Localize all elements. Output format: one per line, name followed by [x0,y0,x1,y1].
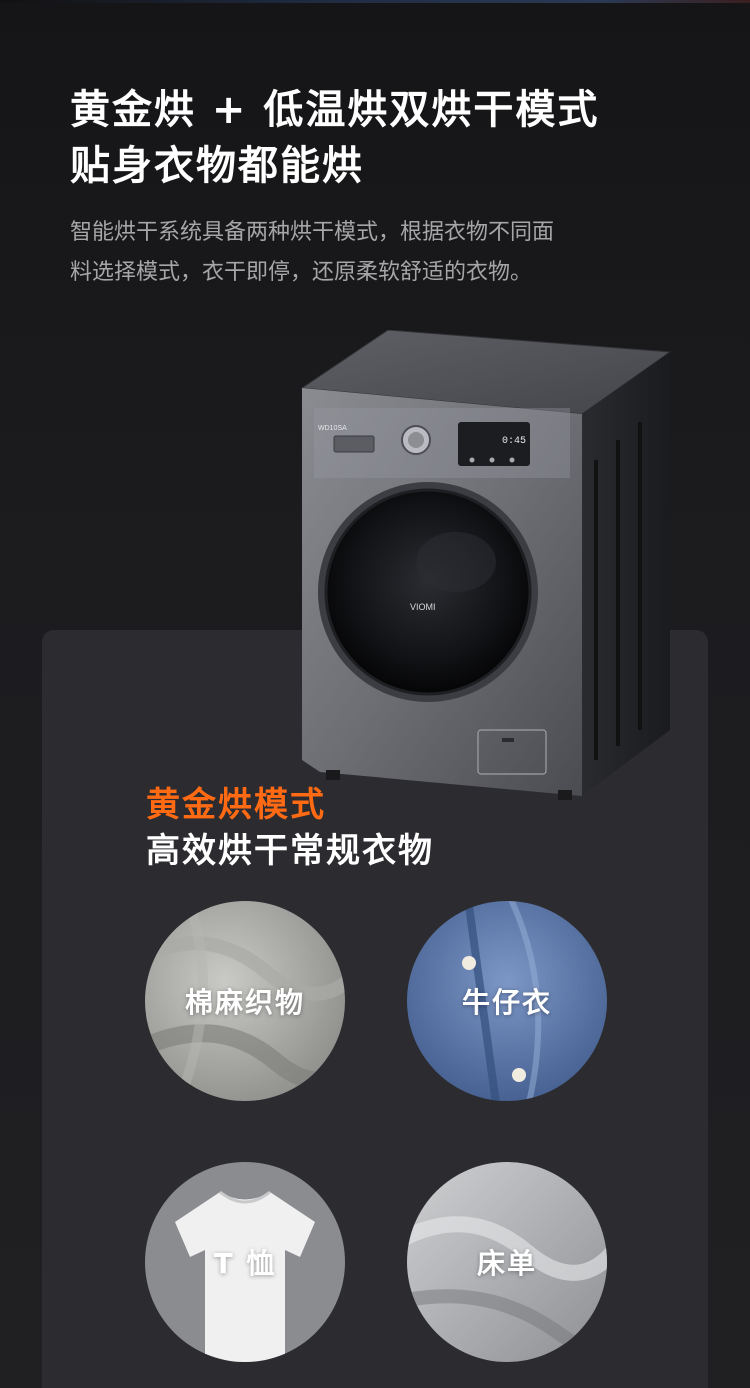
fabric-denim: 牛仔衣 [407,901,607,1101]
fabric-label: 棉麻织物 [184,986,305,1019]
headline-line-1: 黄金烘 + 低温烘双烘干模式 [70,87,600,133]
feature-headline: 黄金烘 + 低温烘双烘干模式 贴身衣物都能烘 [70,82,599,194]
product-page: 黄金烘 + 低温烘双烘干模式 贴身衣物都能烘 智能烘干系统具备两种烘干模式，根据… [0,0,750,1388]
fabric-label: 床单 [476,1247,537,1280]
model-label: WD10SA [318,425,347,432]
fabric-label: 牛仔衣 [461,986,552,1019]
fabric-tshirt: T 恤 [145,1162,345,1362]
fabric-label: T 恤 [213,1247,277,1280]
brand-logo: VIOMI [410,602,436,612]
description-line-1: 智能烘干系统具备两种烘干模式，根据衣物不同面 [70,220,555,245]
top-accent-line [0,0,750,3]
mode-subtitle: 高效烘干常规衣物 [146,831,434,871]
timer-display: 0:45 [502,436,526,447]
feature-description: 智能烘干系统具备两种烘干模式，根据衣物不同面 料选择模式，衣干即停，还原柔软舒适… [70,213,670,293]
fabric-bedsheet: 床单 [407,1162,607,1362]
washing-machine-image: WD10SA 0:45 VIOMI [300,330,672,800]
description-line-2: 料选择模式，衣干即停，还原柔软舒适的衣物。 [70,260,533,285]
mode-title: 黄金烘模式 [146,785,326,825]
fabric-linen: 棉麻织物 [145,901,345,1101]
headline-line-2: 贴身衣物都能烘 [70,143,364,189]
